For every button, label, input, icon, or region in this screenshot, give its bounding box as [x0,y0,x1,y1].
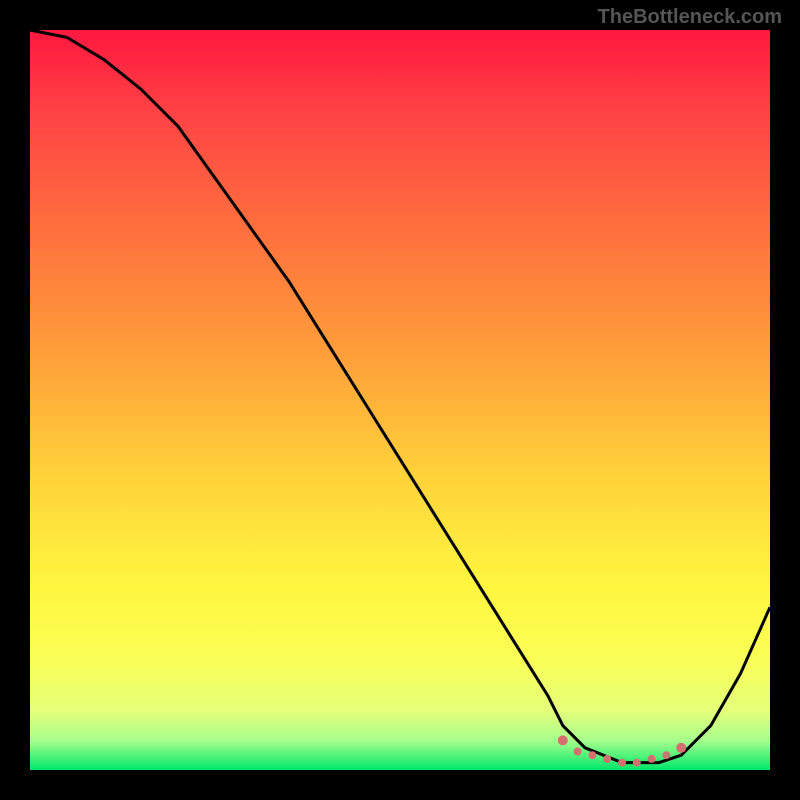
highlight-marker [603,755,611,763]
highlight-marker [676,743,686,753]
highlight-marker [588,751,596,759]
highlight-marker [574,748,582,756]
chart-svg [30,30,770,770]
chart-plot-area [30,30,770,770]
highlight-marker [558,735,568,745]
watermark-text: TheBottleneck.com [598,6,782,29]
highlight-marker [633,759,641,767]
bottleneck-curve-line [30,30,770,763]
highlight-marker [618,759,626,767]
highlight-marker [662,751,670,759]
highlight-marker [648,755,656,763]
